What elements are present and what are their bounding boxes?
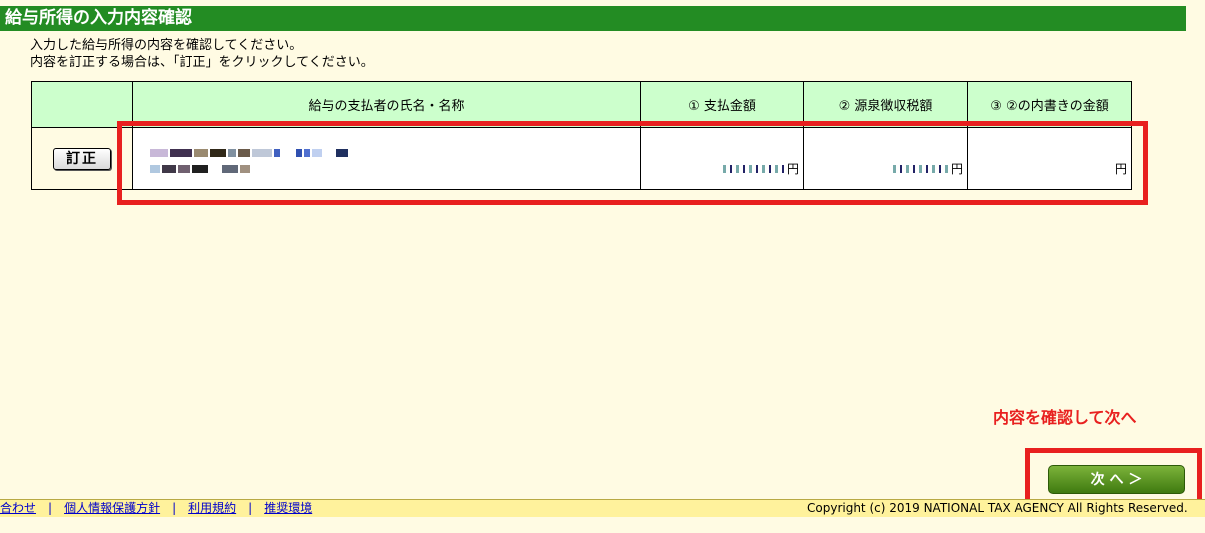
inner-amount-cell: 円 [967,127,1132,190]
yen-unit: 円 [1114,161,1127,176]
next-hint: 内容を確認して次へ [993,408,1137,427]
payment-amount-cell: 円 [640,127,804,190]
footer-link-privacy[interactable]: 個人情報保護方針 [64,501,160,515]
header-payment-amount: ① 支払金額 [640,81,804,128]
header-withholding-tax: ② 源泉徴収税額 [803,81,968,128]
edit-button[interactable]: 訂正 [53,147,111,170]
footer-separator: | [172,501,177,515]
footer-link-terms[interactable]: 利用規約 [188,501,236,515]
instruction-line-1: 入力した給与所得の内容を確認してください。 [30,38,303,53]
footer: 合わせ | 個人情報保護方針 | 利用規約 | 推奨環境 Copyright (c) 201… [0,499,1205,517]
redacted-amount [892,165,949,173]
edit-cell: 訂正 [31,127,133,190]
header-inner-amount: ③ ②の内書きの金額 [967,81,1132,128]
next-button[interactable]: 次 へ ＞ [1048,465,1185,494]
footer-link-contact[interactable]: 合わせ [0,501,36,515]
footer-separator: | [248,501,253,515]
withholding-tax-cell: 円 [803,127,968,190]
header-payer-name: 給与の支払者の氏名・名称 [132,81,641,128]
table-header-row: 給与の支払者の氏名・名称 ① 支払金額 ② 源泉徴収税額 ③ ②の内書きの金額 [31,81,1132,128]
redacted-amount [722,165,785,173]
yen-unit: 円 [786,161,799,176]
footer-separator: | [48,501,53,515]
table-row: 訂正 円 円 円 [31,127,1132,190]
page-title: 給与所得の入力内容確認 [0,6,1186,31]
instruction-line-2: 内容を訂正する場合は、「訂正」をクリックしてください。 [30,55,374,70]
payer-name-cell [132,127,641,190]
footer-links: 合わせ | 個人情報保護方針 | 利用規約 | 推奨環境 [0,500,312,517]
income-table: 給与の支払者の氏名・名称 ① 支払金額 ② 源泉徴収税額 ③ ②の内書きの金額 … [31,81,1132,190]
footer-link-environment[interactable]: 推奨環境 [264,501,312,515]
header-edit [31,81,133,128]
instructions: 入力した給与所得の内容を確認してください。 内容を訂正する場合は、「訂正」をクリ… [30,37,374,71]
copyright: Copyright (c) 2019 NATIONAL TAX AGENCY A… [807,501,1188,515]
yen-unit: 円 [950,161,963,176]
redacted-payer-name-line-2 [150,161,639,173]
redacted-payer-name-line-1 [150,145,639,157]
